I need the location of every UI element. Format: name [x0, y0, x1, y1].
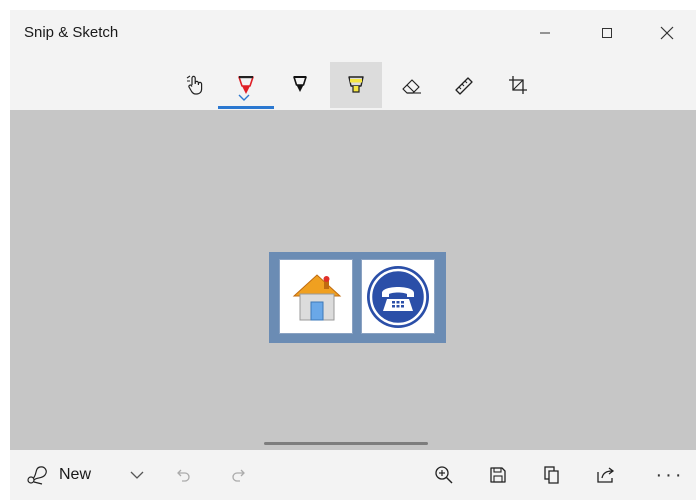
chevron-down-icon[interactable]	[238, 94, 250, 102]
snip-image	[269, 252, 446, 343]
new-snip-options-button[interactable]	[122, 450, 152, 500]
eraser-button[interactable]	[390, 62, 434, 108]
new-button-label: New	[59, 466, 92, 483]
drawing-canvas[interactable]	[10, 110, 696, 450]
zoom-icon	[435, 466, 453, 484]
telephone-icon	[367, 266, 429, 328]
horizontal-scrollbar[interactable]	[264, 442, 428, 445]
maximize-icon	[602, 28, 612, 38]
crop-button[interactable]	[496, 62, 540, 108]
highlighter-button[interactable]	[330, 62, 382, 108]
title-bar: Snip & Sketch	[10, 10, 696, 58]
see-more-button[interactable]: ···	[650, 450, 690, 500]
save-button[interactable]	[482, 450, 514, 500]
ruler-icon	[455, 77, 473, 95]
ruler-button[interactable]	[442, 62, 486, 108]
pencil-icon	[293, 76, 307, 92]
eraser-icon	[402, 79, 421, 94]
copy-icon	[544, 466, 559, 484]
undo-button[interactable]	[168, 450, 198, 500]
pencil-button[interactable]	[278, 62, 322, 108]
crop-icon	[509, 76, 527, 94]
new-snip-icon	[27, 466, 47, 485]
snip-and-sketch-window: Snip & Sketch New ···	[10, 10, 696, 500]
zoom-button[interactable]	[428, 450, 460, 500]
save-icon	[490, 467, 506, 483]
chevron-down-icon	[130, 471, 144, 479]
redo-icon	[232, 469, 245, 482]
command-bar: New ···	[10, 450, 696, 500]
app-title: Snip & Sketch	[24, 24, 119, 41]
telephone-tile	[361, 259, 435, 334]
close-button[interactable]	[638, 10, 696, 56]
selected-tool-indicator	[218, 106, 274, 109]
highlighter-icon	[348, 76, 364, 93]
minimize-button[interactable]	[514, 10, 576, 56]
copy-button[interactable]	[536, 450, 568, 500]
share-icon	[597, 467, 615, 483]
share-button[interactable]	[590, 450, 622, 500]
minimize-icon	[540, 32, 550, 34]
maximize-button[interactable]	[576, 10, 638, 56]
close-icon	[660, 26, 674, 40]
home-icon	[292, 274, 342, 321]
touch-writing-icon	[186, 75, 203, 95]
home-tile	[279, 259, 353, 334]
touch-writing-button[interactable]	[174, 62, 218, 108]
more-icon: ···	[655, 463, 685, 486]
undo-icon	[177, 469, 190, 482]
redo-button[interactable]	[224, 450, 254, 500]
new-snip-button[interactable]: New	[18, 450, 120, 500]
